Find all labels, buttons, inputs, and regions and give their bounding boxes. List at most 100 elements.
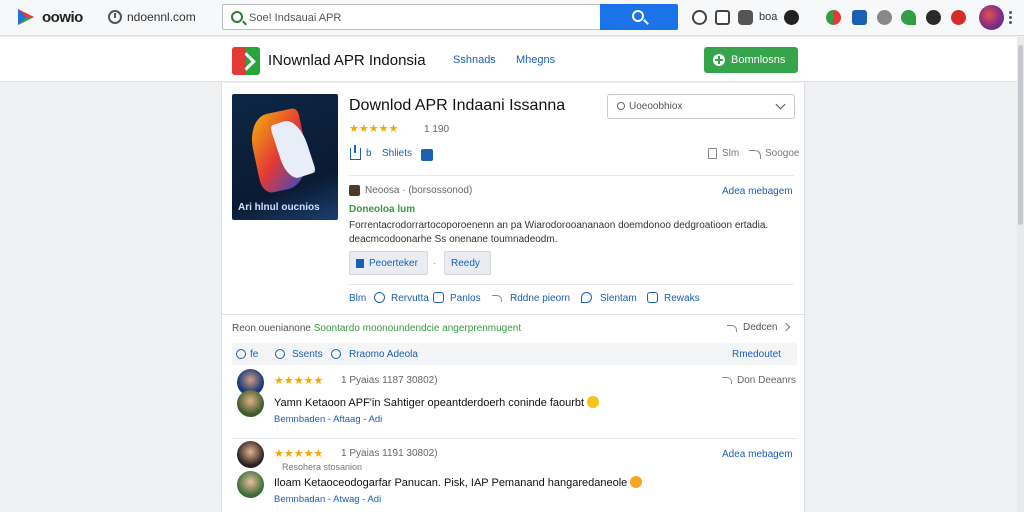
share-icon[interactable] — [749, 150, 761, 159]
review-footer[interactable]: Bemnbaden - Aftaag - Adi — [274, 414, 382, 425]
secondary-action-label: Reedy — [451, 258, 480, 269]
file-icon — [356, 259, 364, 268]
reviewer-avatar[interactable] — [237, 471, 264, 498]
tool-link-5[interactable]: Slentam — [600, 293, 637, 304]
refresh-icon — [236, 349, 246, 359]
emoji-icon — [630, 476, 643, 488]
search-box[interactable] — [222, 4, 600, 30]
section-divider — [222, 314, 806, 315]
user-icon — [331, 349, 341, 359]
puzzle-icon[interactable] — [738, 10, 753, 25]
app-icon-caption: Ari hlnul oucnios — [238, 202, 320, 213]
review-stars: ★★★★★ — [274, 448, 324, 460]
divider — [349, 175, 794, 176]
review-text-content: Yamn Ketaoon APF'in Sahtiger opeantderdo… — [274, 397, 585, 409]
primary-action-button[interactable]: Peoerteker — [349, 251, 428, 275]
review-filter-bar: fe Ssents Rraomo Adeola Rmedoutet — [232, 343, 797, 365]
developer-line: Neoosa · (borsossonod) — [365, 185, 473, 196]
app-icon-image: Ari hlnul oucnios — [232, 94, 338, 220]
ext-red-icon[interactable] — [951, 10, 966, 25]
review-meta: 1 Pyaias 1187 30802) — [341, 375, 438, 386]
app-description: Forrentacrodorrartocoporoenenn an pa Wia… — [349, 220, 769, 245]
search-input[interactable] — [249, 9, 589, 26]
reviewer-avatar[interactable] — [237, 441, 264, 468]
copy-icon[interactable] — [708, 148, 717, 159]
review-text: Iloam Ketaoceodogarfar Panucan. Pisk, IA… — [274, 476, 643, 489]
tool-link-3[interactable]: Panlos — [450, 293, 481, 304]
search-button[interactable] — [600, 4, 678, 30]
ext-dark-icon[interactable] — [784, 10, 799, 25]
magnifier-icon — [632, 10, 644, 22]
share-label[interactable]: Soogoe — [765, 148, 799, 159]
profile-avatar[interactable] — [979, 5, 1004, 30]
more-menu-icon[interactable] — [1009, 11, 1013, 25]
filter-1[interactable]: fe — [250, 349, 258, 360]
review-side-action[interactable]: Adea mebagem — [722, 449, 793, 460]
related-prefix: Reon ouenianone — [232, 323, 314, 334]
flag-icon — [647, 292, 658, 303]
related-line: Reon ouenianone Soontardo moonoundendcie… — [232, 323, 521, 334]
developer-name[interactable]: Doneoloa lum — [349, 204, 415, 215]
dropdown-label: Uoeoobhiox — [629, 101, 683, 112]
reviewer-avatar[interactable] — [237, 390, 264, 417]
filter-3[interactable]: Rraomo Adeola — [349, 349, 418, 360]
separator-dot: · — [433, 258, 437, 269]
share-icon — [722, 377, 732, 384]
site-title[interactable]: INownlad APR Indonsia — [268, 52, 426, 69]
rating-count: 1 190 — [424, 124, 450, 135]
chevron-right-icon[interactable] — [781, 322, 791, 332]
ext-shield-icon[interactable] — [926, 10, 941, 25]
copy-label[interactable]: Slm — [722, 148, 739, 159]
heart-icon — [581, 292, 592, 303]
tool-link-4[interactable]: Rddne pieorn — [510, 293, 570, 304]
review-stars: ★★★★★ — [274, 375, 324, 387]
upload-icon[interactable] — [350, 145, 361, 160]
cta-label: Bomnlosns — [731, 54, 786, 66]
download-cta-button[interactable]: Bomnlosns — [704, 47, 798, 73]
tool-link-6[interactable]: Rewaks — [664, 293, 700, 304]
page-scrollbar[interactable] — [1017, 37, 1024, 512]
ext-leaf-icon[interactable] — [901, 10, 916, 25]
chevron-down-icon — [775, 99, 786, 110]
ext-bookmark-icon[interactable] — [852, 10, 867, 25]
ext-info-icon[interactable] — [692, 10, 707, 25]
clock-icon[interactable] — [108, 10, 122, 24]
filter-right[interactable]: Rmedoutet — [732, 349, 781, 360]
app-title: Downlod APR Indaani Issanna — [349, 97, 566, 114]
ext-calendar-icon[interactable] — [715, 10, 730, 25]
ext-flag-icon[interactable] — [826, 10, 841, 25]
tool-link-1[interactable]: Blm — [349, 293, 366, 304]
share-link[interactable]: Shliets — [382, 148, 412, 159]
review-text: Yamn Ketaoon APF'in Sahtiger opeantderdo… — [274, 396, 600, 409]
secondary-action-button[interactable]: Reedy — [444, 251, 491, 275]
emoji-icon — [587, 396, 600, 408]
review-meta: 1 Pyaias 1191 30802) — [341, 448, 438, 459]
app-detail-card: Ari hlnul oucnios Downlod APR Indaani Is… — [221, 83, 806, 512]
browser-toolbar: oowio ndoennl.com boa — [0, 0, 1024, 36]
star-rating: ★★★★★ — [349, 123, 399, 135]
chat-icon — [275, 349, 285, 359]
developer-icon — [349, 185, 360, 196]
review-text-content: Iloam Ketaoceodogarfar Panucan. Pisk, IA… — [274, 477, 628, 489]
search-icon — [231, 11, 243, 23]
version-dropdown[interactable]: Uoeoobhiox — [607, 94, 795, 119]
related-action[interactable]: Dedcen — [743, 322, 777, 333]
nav-link-2[interactable]: Mhegns — [516, 54, 555, 66]
share-icon — [492, 295, 502, 302]
review-side-action[interactable]: Don Deeanrs — [737, 375, 796, 386]
url-text[interactable]: ndoennl.com — [127, 10, 196, 24]
filter-2[interactable]: Ssents — [292, 349, 323, 360]
review-footer[interactable]: Bemnbadan - Atwag - Adi — [274, 494, 381, 505]
ext-globe-icon[interactable] — [877, 10, 892, 25]
site-logo-icon[interactable] — [232, 47, 260, 75]
site-header: INownlad APR Indonsia Sshnads Mhegns Bom… — [0, 37, 1024, 82]
bookmark-icon[interactable] — [421, 149, 433, 161]
tool-link-2[interactable]: Rervutta — [391, 293, 429, 304]
logo-icon[interactable] — [16, 7, 36, 27]
scrollbar-thumb[interactable] — [1018, 45, 1023, 225]
related-green[interactable]: Soontardo moonoundendcie angerprenmugent — [314, 323, 521, 334]
nav-link-1[interactable]: Sshnads — [453, 54, 496, 66]
divider — [349, 284, 794, 285]
about-link[interactable]: Adea mebagem — [722, 186, 793, 197]
chat-icon — [433, 292, 444, 303]
